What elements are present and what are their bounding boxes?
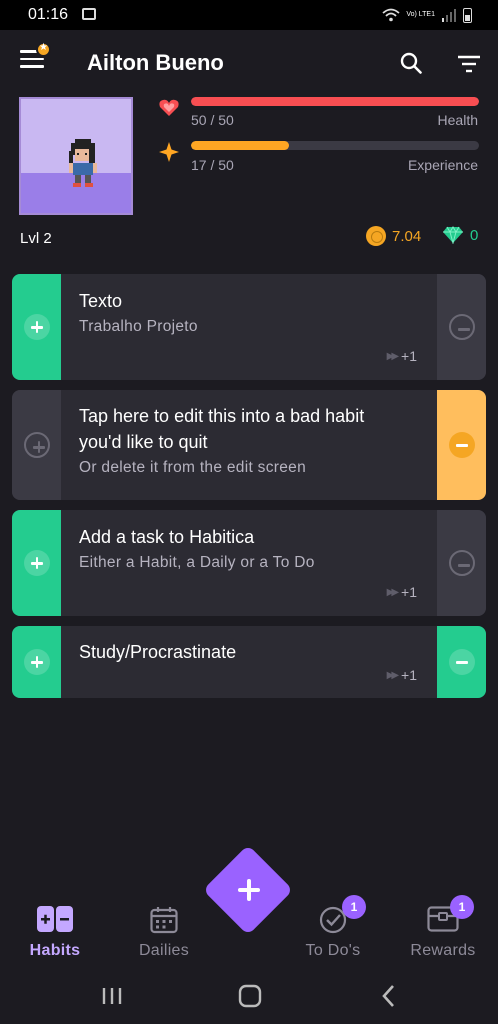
status-icons: Vo) LTE1: [382, 5, 472, 25]
minus-icon: [448, 314, 475, 340]
gold-currency: 7.04: [366, 226, 421, 246]
health-bar: [191, 97, 479, 106]
network-label: Vo) LTE1: [406, 11, 435, 18]
user-name: Ailton Bueno: [87, 50, 224, 75]
health-value: 50 / 50: [191, 112, 234, 128]
habit-streak: ▶▶ +1: [386, 584, 417, 600]
habit-plus-button[interactable]: [12, 390, 61, 500]
experience-value: 17 / 50: [191, 157, 234, 173]
habit-title: Texto: [79, 291, 123, 311]
gem-amount: 0: [470, 226, 479, 244]
filter-icon[interactable]: [457, 54, 481, 74]
app-header: Ailton Bueno: [0, 30, 498, 94]
minus-icon: [448, 550, 475, 576]
battery-icon: [463, 7, 472, 23]
nav-dailies-label: Dailies: [138, 942, 190, 959]
habit-plus-button[interactable]: [12, 274, 61, 380]
habit-title-line1: Tap here to edit this into a bad habit: [79, 406, 365, 426]
gold-amount: 7.04: [392, 227, 422, 245]
fast-forward-icon: ▶▶: [386, 350, 400, 362]
health-label: Health: [437, 112, 478, 128]
back-icon[interactable]: [374, 982, 404, 1010]
habit-minus-button[interactable]: [437, 274, 486, 380]
plus-icon: [23, 550, 50, 576]
fast-forward-icon: ▶▶: [386, 586, 400, 598]
experience-label: Experience: [407, 157, 478, 173]
habit-title-line2: you'd like to quit: [79, 432, 208, 452]
fast-forward-icon: ▶▶: [386, 669, 400, 681]
nav-todos-label: To Do's: [305, 942, 361, 959]
plus-icon: [23, 314, 50, 340]
habit-minus-button[interactable]: [437, 510, 486, 616]
habit-item[interactable]: Tap here to edit this into a bad habit y…: [12, 390, 486, 500]
plus-icon: [23, 432, 50, 458]
home-icon[interactable]: [235, 982, 265, 1010]
minus-icon: [448, 649, 475, 675]
nav-rewards-label: Rewards: [410, 942, 476, 959]
habits-icon: [37, 906, 73, 932]
habit-plus-button[interactable]: [12, 510, 61, 616]
nav-rewards[interactable]: 1 Rewards: [395, 895, 491, 970]
habit-streak: ▶▶ +1: [386, 667, 417, 683]
signal-icon: [442, 9, 456, 22]
status-time: 01:16: [28, 6, 69, 23]
gallery-notification-icon: [82, 8, 96, 20]
habit-title: Study/Procrastinate: [79, 642, 237, 662]
experience-bar-fill: [191, 141, 289, 150]
status-bar: 01:16 Vo) LTE1: [0, 0, 498, 30]
level-label: Lvl 2: [20, 230, 52, 247]
nav-todos[interactable]: 1 To Do's: [285, 895, 381, 970]
habit-notes: Trabalho Projeto: [79, 318, 198, 335]
gem-currency: 0: [442, 226, 478, 244]
nav-dailies[interactable]: Dailies: [116, 900, 212, 970]
habit-minus-button[interactable]: [437, 626, 486, 698]
habit-item[interactable]: Texto Trabalho Projeto ▶▶ +1: [12, 274, 486, 380]
star-badge-icon: [36, 42, 51, 57]
calendar-icon: [150, 907, 178, 934]
add-icon[interactable]: [234, 875, 264, 905]
habit-title: Add a task to Habitica: [79, 527, 255, 547]
avatar-sprite-icon: [69, 139, 97, 187]
star-experience-icon: [159, 142, 179, 162]
plus-icon: [23, 649, 50, 675]
health-bar-fill: [191, 97, 479, 106]
nav-habits[interactable]: Habits: [7, 900, 103, 970]
habit-streak: ▶▶ +1: [386, 348, 417, 364]
habit-plus-button[interactable]: [12, 626, 61, 698]
habit-minus-button[interactable]: [437, 390, 486, 500]
habit-notes: Or delete it from the edit screen: [79, 459, 306, 476]
avatar[interactable]: [19, 97, 133, 215]
habit-item[interactable]: Add a task to Habitica Either a Habit, a…: [12, 510, 486, 616]
todos-badge: 1: [342, 895, 366, 919]
wifi-icon: [382, 8, 400, 22]
habit-item[interactable]: Study/Procrastinate ▶▶ +1: [12, 626, 486, 698]
heart-icon: [159, 99, 179, 116]
minus-icon: [448, 432, 475, 458]
nav-habits-label: Habits: [29, 942, 81, 959]
experience-bar: [191, 141, 479, 150]
gold-coin-icon: [366, 226, 386, 246]
gem-icon: [443, 226, 463, 244]
habit-notes: Either a Habit, a Daily or a To Do: [79, 554, 315, 571]
recent-apps-icon[interactable]: [97, 982, 127, 1010]
system-nav-bar: [0, 970, 498, 1024]
rewards-badge: 1: [450, 895, 474, 919]
search-icon[interactable]: [400, 52, 422, 74]
